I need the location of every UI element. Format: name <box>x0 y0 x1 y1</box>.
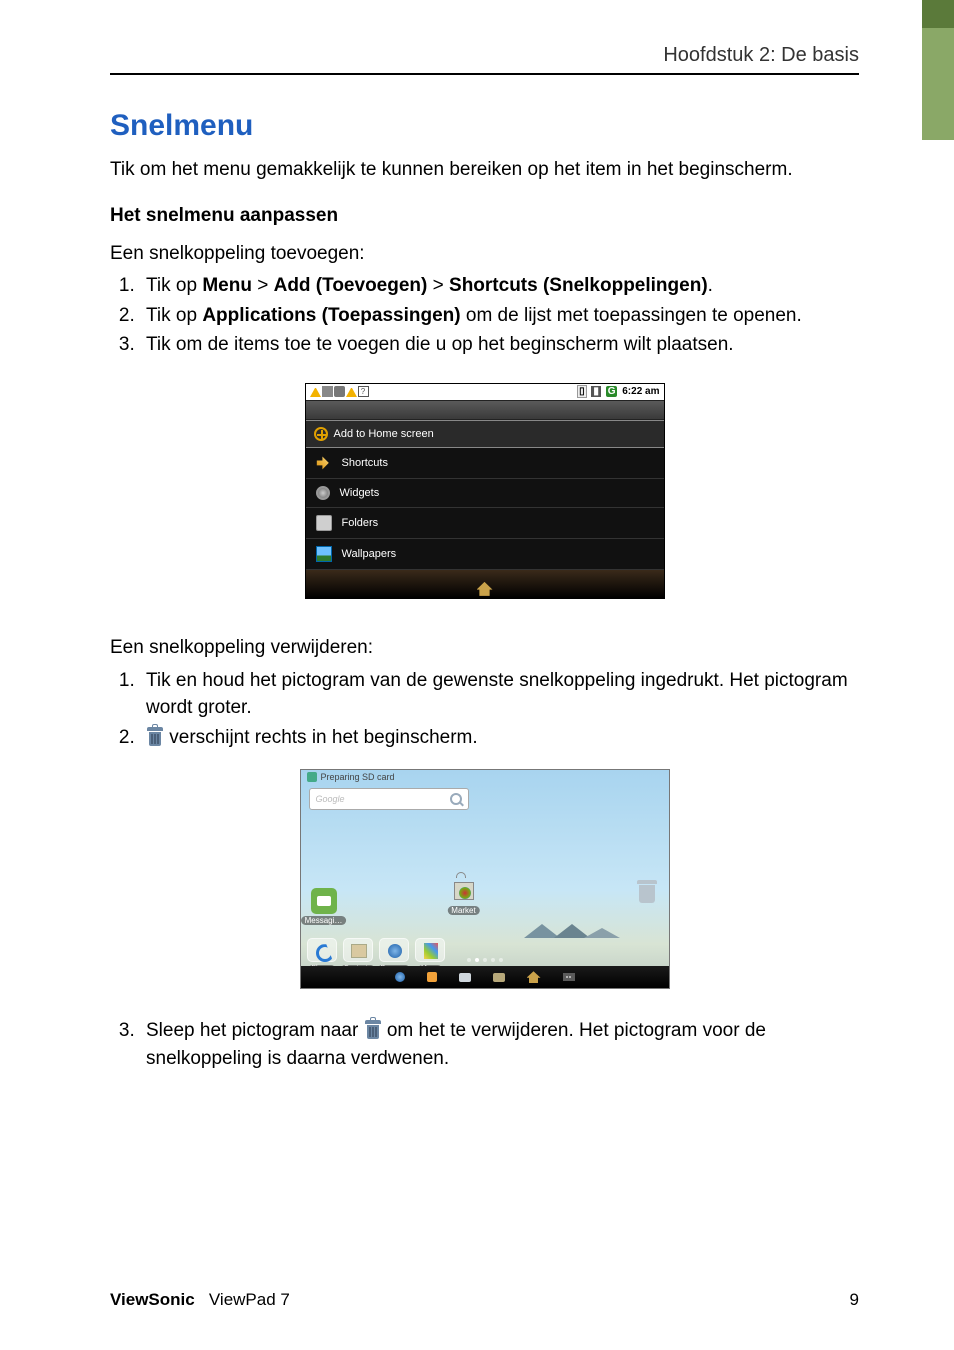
system-bar <box>301 966 669 988</box>
app-market[interactable]: Market <box>451 878 477 904</box>
footer-brand: ViewSonic <box>110 1290 195 1309</box>
sd-status: Preparing SD card <box>307 772 395 782</box>
wallpaper-icon <box>316 546 332 562</box>
network-g-icon: G <box>606 386 618 397</box>
dock-contacts[interactable]: Contacts <box>343 938 373 962</box>
add-intro: Een snelkoppeling toevoegen: <box>110 241 859 267</box>
panel-item-widgets[interactable]: Widgets <box>306 479 664 508</box>
header-rule <box>110 73 859 75</box>
folder-icon <box>316 515 332 531</box>
panel-item-shortcuts[interactable]: Shortcuts <box>306 448 664 479</box>
subsection-title: Het snelmenu aanpassen <box>110 205 859 227</box>
mail-icon <box>322 386 333 397</box>
panel-item-label: Wallpapers <box>342 548 397 560</box>
wallpaper-mountains <box>524 916 644 938</box>
footer-page-number: 9 <box>850 1290 859 1310</box>
sd-status-text: Preparing SD card <box>321 772 395 782</box>
delete-steps-list: Tik en houd het pictogram van de gewenst… <box>110 667 859 752</box>
home-icon[interactable] <box>527 971 541 983</box>
sd-card-icon <box>307 772 317 782</box>
app-label: Messagi… <box>301 916 347 925</box>
app-label: Market <box>447 906 479 915</box>
nav-bar <box>306 570 664 598</box>
panel-item-label: Widgets <box>340 487 380 499</box>
page-indicator <box>467 958 503 962</box>
dock-bar: Phone Contacts Browser Maps <box>307 938 445 962</box>
add-step-3: Tik om de items toe te voegen die u op h… <box>140 331 859 359</box>
app-messaging[interactable]: Messagi… <box>311 888 337 914</box>
trash-icon <box>146 727 164 747</box>
figure-add-to-home: ? ▯ ▮ G 6:22 am Add to Home screen Short… <box>305 383 665 599</box>
panel-title: Add to Home screen <box>334 428 434 440</box>
panel-item-label: Folders <box>342 517 379 529</box>
widget-icon <box>316 486 330 500</box>
apps-grid-icon[interactable] <box>563 973 575 981</box>
panel-item-wallpapers[interactable]: Wallpapers <box>306 539 664 570</box>
add-step-2: Tik op Applications (Toepassingen) om de… <box>140 302 859 330</box>
phone-icon[interactable] <box>427 972 437 982</box>
search-strip[interactable] <box>306 400 664 420</box>
dock-browser[interactable]: Browser <box>379 938 409 962</box>
dock-phone[interactable]: Phone <box>307 938 337 962</box>
trash-drop-target[interactable] <box>637 880 657 904</box>
panel-item-folders[interactable]: Folders <box>306 508 664 539</box>
plus-circle-icon <box>314 427 328 441</box>
intro-paragraph: Tik om het menu gemakkelijk te kunnen be… <box>110 157 859 183</box>
add-steps-list: Tik op Menu > Add (Toevoegen) > Shortcut… <box>110 272 859 359</box>
search-box[interactable]: Google <box>309 788 469 810</box>
clock-text: 6:22 am <box>622 386 659 397</box>
chat-icon <box>334 386 345 397</box>
globe-icon[interactable] <box>395 972 405 982</box>
signal-icon: ▮ <box>591 386 601 397</box>
home-icon[interactable] <box>477 582 493 596</box>
status-clock: ▯ ▮ G 6:22 am <box>577 386 659 397</box>
warning-icon <box>346 386 357 397</box>
status-left-icons: ? <box>310 386 369 397</box>
page: Hoofdstuk 2: De basis Snelmenu Tik om he… <box>0 0 954 1350</box>
battery-icon: ▯ <box>577 385 587 398</box>
status-bar: ? ▯ ▮ G 6:22 am <box>306 384 664 400</box>
delete-steps-list-cont: Sleep het pictogram naar om het te verwi… <box>110 1017 859 1072</box>
panel-item-label: Shortcuts <box>342 457 388 469</box>
delete-step-2: verschijnt rechts in het beginscherm. <box>140 724 859 752</box>
search-icon <box>450 793 462 805</box>
panel-header: Add to Home screen <box>306 420 664 448</box>
mail-icon[interactable] <box>493 973 505 982</box>
dock-maps[interactable]: Maps <box>415 938 445 962</box>
delete-step-3: Sleep het pictogram naar om het te verwi… <box>140 1017 859 1072</box>
delete-intro: Een snelkoppeling verwijderen: <box>110 635 859 661</box>
trash-icon <box>364 1020 382 1040</box>
section-title: Snelmenu <box>110 109 859 143</box>
add-step-1: Tik op Menu > Add (Toevoegen) > Shortcut… <box>140 272 859 300</box>
figure-home-screen: Preparing SD card Google Messagi… Market… <box>300 769 670 989</box>
page-footer: ViewSonic ViewPad 7 9 <box>110 1290 859 1310</box>
chapter-header: Hoofdstuk 2: De basis <box>110 44 859 67</box>
warning-icon <box>310 386 321 397</box>
message-icon[interactable] <box>459 973 471 982</box>
help-icon: ? <box>358 386 369 397</box>
footer-left: ViewSonic ViewPad 7 <box>110 1290 290 1310</box>
shortcut-icon <box>316 455 332 471</box>
search-placeholder: Google <box>316 794 345 804</box>
page-tab-decor <box>922 0 954 140</box>
delete-step-1: Tik en houd het pictogram van de gewenst… <box>140 667 859 722</box>
footer-product: ViewPad 7 <box>209 1290 290 1309</box>
